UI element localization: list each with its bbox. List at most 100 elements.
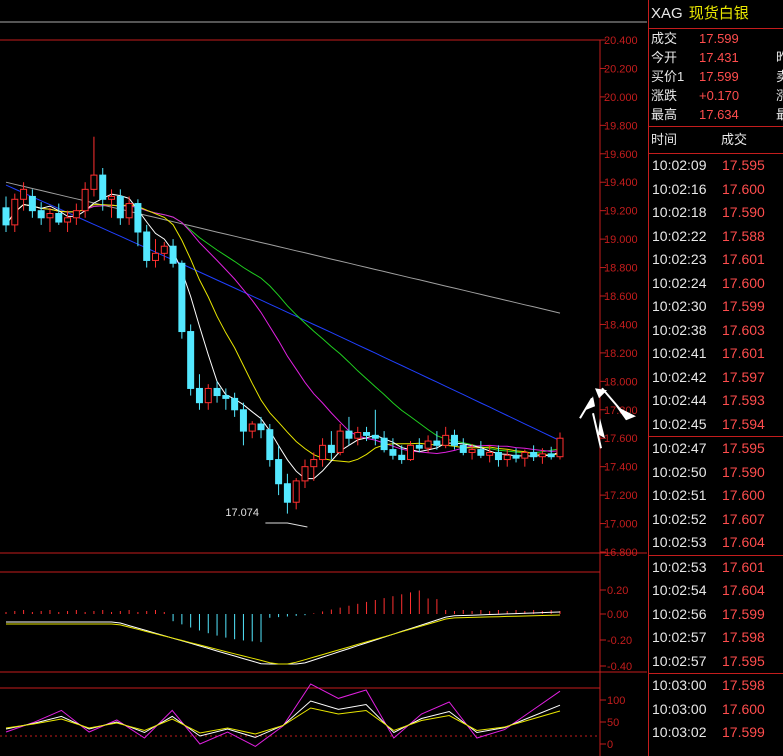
symbol-code: XAG xyxy=(651,5,683,22)
trade-row: 10:02:18 17.590 xyxy=(649,201,783,225)
candle-body xyxy=(503,454,511,461)
candle-body xyxy=(424,440,432,449)
trade-price: 17.604 xyxy=(722,582,765,598)
trade-time: 10:02:53 xyxy=(652,558,707,575)
candle-body xyxy=(380,437,388,451)
trade-price: 17.601 xyxy=(722,251,765,267)
trade-time: 10:02:47 xyxy=(652,440,707,456)
candle-body xyxy=(90,174,98,190)
candle-body xyxy=(2,207,10,226)
candle-body xyxy=(116,195,124,219)
trade-row: 10:02:54 17.604 xyxy=(649,579,783,603)
candle-body xyxy=(521,451,529,459)
trade-time: 10:02:52 xyxy=(652,510,707,527)
trade-time: 10:02:45 xyxy=(652,415,707,432)
trade-time: 10:02:50 xyxy=(652,463,707,480)
trade-row: 10:02:53 17.604 xyxy=(649,531,783,555)
candle-body xyxy=(468,449,476,453)
price-tick-label: 19.600 xyxy=(604,149,638,161)
kdj-j-line xyxy=(5,683,561,747)
price-tick-label: 18.600 xyxy=(604,291,638,303)
price-tick-label: 18.800 xyxy=(604,263,638,275)
trade-time: 10:02:24 xyxy=(652,274,707,291)
trade-price: 17.599 xyxy=(722,298,765,314)
trade-time: 10:02:16 xyxy=(652,180,707,197)
trade-price: 17.600 xyxy=(722,180,765,197)
candle-body xyxy=(477,449,485,456)
quote-row-bid: 买价1 17.599 卖 xyxy=(651,69,783,84)
candle-body xyxy=(257,423,265,431)
quote-row-high: 最高 17.634 最 xyxy=(651,107,783,122)
candle-body xyxy=(28,195,36,212)
trades-list[interactable]: 10:02:09 17.595 10:02:16 17.600 10:02:18 17.5… xyxy=(649,154,783,745)
candle-body xyxy=(169,245,177,264)
candle-body xyxy=(151,252,159,261)
trade-row: 10:02:22 17.588 xyxy=(649,225,783,249)
trade-row: 10:02:45 17.594 xyxy=(649,413,783,437)
trade-price: 17.595 xyxy=(722,157,765,173)
trades-header: 时间 成交 xyxy=(649,127,783,154)
candle-body xyxy=(336,430,344,453)
candle-body xyxy=(363,432,371,436)
trade-price: 17.599 xyxy=(722,724,765,740)
candle-body xyxy=(37,210,45,219)
candle-body xyxy=(108,195,116,200)
trade-time: 10:02:23 xyxy=(652,251,707,267)
candle-body xyxy=(310,459,318,468)
kdj-tick-label: 0 xyxy=(607,739,613,751)
trade-time: 10:02:57 xyxy=(652,629,707,645)
macd-tick-label: -0.40 xyxy=(607,661,632,673)
candle-body xyxy=(327,444,335,453)
candle-body xyxy=(81,188,89,212)
candle-body xyxy=(450,434,458,446)
trade-price: 17.607 xyxy=(722,510,765,527)
trade-time: 10:02:54 xyxy=(652,582,707,598)
trade-time: 10:02:30 xyxy=(652,298,707,314)
ma5-line xyxy=(5,193,561,480)
candle-body xyxy=(319,444,327,461)
candle-body xyxy=(407,444,415,461)
trade-row: 10:02:51 17.600 xyxy=(649,484,783,508)
price-tick-label: 17.000 xyxy=(604,519,638,531)
trade-row: 10:02:42 17.597 xyxy=(649,366,783,390)
trade-time: 10:02:18 xyxy=(652,204,707,220)
trade-time: 10:02:09 xyxy=(652,157,707,173)
quote-row-last: 成交 17.599 xyxy=(651,31,739,46)
quote-box: 成交 17.599 今开 17.431 昨 买价1 17.599 卖 涨跌 +0.170 涨 … xyxy=(649,29,783,127)
price-tick-label: 19.200 xyxy=(604,206,638,218)
candle-body xyxy=(195,387,203,404)
price-tick-label: 19.000 xyxy=(604,234,638,246)
trade-price: 17.590 xyxy=(722,204,765,220)
candle-body xyxy=(213,387,221,397)
price-chart[interactable]: 20.400 20.200 20.000 19.800 19.600 19.400 19.2… xyxy=(0,0,647,756)
candle-body xyxy=(530,451,538,458)
trade-price: 17.600 xyxy=(722,700,765,717)
candle-body xyxy=(389,449,397,456)
candle-body xyxy=(248,423,256,432)
trade-price: 17.601 xyxy=(722,558,765,575)
trade-time: 10:02:41 xyxy=(652,345,707,361)
trade-row: 10:02:41 17.601 xyxy=(649,342,783,366)
price-tick-label: 19.400 xyxy=(604,177,638,189)
trade-row: 10:02:30 17.599 xyxy=(649,295,783,319)
candle-body xyxy=(222,395,230,399)
ma20-line xyxy=(5,203,561,455)
trade-price: 17.598 xyxy=(722,677,765,693)
price-tick-label: 18.400 xyxy=(604,319,638,331)
candle-body xyxy=(134,203,142,233)
quote-row-open: 今开 17.431 昨 xyxy=(651,50,783,65)
symbol-header[interactable]: XAG 现货白银 xyxy=(649,0,783,29)
trade-time: 10:02:38 xyxy=(652,321,707,338)
trade-row: 10:02:50 17.590 xyxy=(649,461,783,485)
trade-row: 10:02:57 17.595 xyxy=(649,650,783,674)
price-tick-label: 20.000 xyxy=(604,92,638,104)
arrow-shaft xyxy=(579,397,593,419)
trade-time: 10:02:44 xyxy=(652,392,707,408)
candle-body xyxy=(187,331,195,389)
trade-time: 10:02:57 xyxy=(652,652,707,669)
ma60-line xyxy=(5,184,561,442)
candle-body xyxy=(486,451,494,456)
trade-price: 17.588 xyxy=(722,227,765,244)
price-tick-label: 18.200 xyxy=(604,348,638,360)
candle-body xyxy=(99,174,107,200)
